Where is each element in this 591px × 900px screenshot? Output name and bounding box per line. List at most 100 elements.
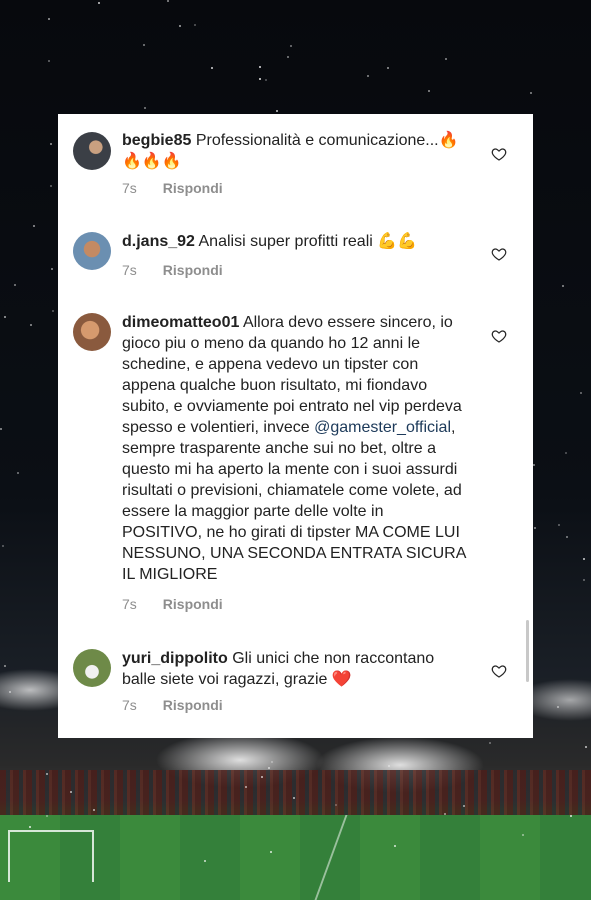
- snow-particle: [93, 809, 95, 811]
- snow-particle: [580, 392, 582, 394]
- snow-particle: [52, 310, 54, 312]
- snow-particle: [583, 579, 585, 581]
- comment-username[interactable]: yuri_dippolito: [122, 650, 228, 667]
- snow-particle: [261, 776, 263, 778]
- reply-button[interactable]: Rispondi: [163, 596, 223, 612]
- heart-outline-icon[interactable]: [491, 328, 507, 344]
- snow-particle: [287, 56, 289, 58]
- mention-link[interactable]: @gamester_official: [314, 419, 451, 436]
- snow-particle: [290, 45, 292, 47]
- snow-particle: [557, 706, 559, 708]
- comment-username[interactable]: dimeomatteo01: [122, 314, 239, 331]
- snow-particle: [583, 558, 585, 560]
- reply-button[interactable]: Rispondi: [163, 697, 223, 713]
- snow-particle: [444, 813, 446, 815]
- snow-particle: [211, 67, 213, 69]
- comment-username[interactable]: d.jans_92: [122, 233, 195, 250]
- comment-meta: 7s Rispondi: [122, 596, 223, 612]
- snow-particle: [50, 143, 52, 145]
- snow-particle: [394, 845, 396, 847]
- comment-body: Analisi super profitti reali 💪💪: [198, 233, 418, 250]
- snow-particle: [30, 324, 32, 326]
- snow-particle: [522, 834, 524, 836]
- snow-particle: [566, 536, 568, 538]
- snow-particle: [194, 24, 196, 26]
- snow-particle: [387, 67, 389, 69]
- snow-particle: [259, 66, 261, 68]
- snow-particle: [259, 78, 261, 80]
- snow-particle: [585, 746, 587, 748]
- reply-button[interactable]: Rispondi: [163, 180, 223, 196]
- snow-particle: [98, 2, 100, 4]
- snow-particle: [46, 815, 48, 817]
- reply-button[interactable]: Rispondi: [163, 262, 223, 278]
- snow-particle: [0, 428, 2, 430]
- snow-particle: [245, 786, 247, 788]
- snow-particle: [558, 524, 560, 526]
- snow-particle: [565, 452, 567, 454]
- comment-meta: 7s Rispondi: [122, 180, 223, 196]
- snow-particle: [4, 665, 6, 667]
- snow-particle: [293, 797, 295, 799]
- snow-particle: [530, 92, 532, 94]
- snow-particle: [204, 860, 206, 862]
- snow-particle: [70, 791, 72, 793]
- comment-text: dimeomatteo01 Allora devo essere sincero…: [122, 312, 467, 585]
- snow-particle: [51, 268, 53, 270]
- stadium-stands: [0, 770, 591, 820]
- comment-time: 7s: [122, 262, 137, 278]
- snow-particle: [2, 545, 4, 547]
- comment-time: 7s: [122, 180, 137, 196]
- avatar[interactable]: [73, 132, 111, 170]
- snow-particle: [271, 761, 273, 763]
- snow-particle: [463, 805, 465, 807]
- snow-particle: [48, 60, 50, 62]
- comment-meta: 7s Rispondi: [122, 262, 223, 278]
- snow-particle: [562, 285, 564, 287]
- snow-particle: [270, 851, 272, 853]
- avatar[interactable]: [73, 649, 111, 687]
- snow-particle: [17, 472, 19, 474]
- snow-particle: [179, 25, 181, 27]
- comment-text: d.jans_92 Analisi super profitti reali 💪…: [122, 231, 467, 252]
- snow-particle: [46, 773, 48, 775]
- comment-username[interactable]: begbie85: [122, 132, 191, 149]
- snow-particle: [48, 18, 50, 20]
- comment-text: begbie85 Professionalità e comunicazione…: [122, 130, 467, 172]
- snow-particle: [276, 110, 278, 112]
- snow-particle: [388, 765, 390, 767]
- avatar[interactable]: [73, 313, 111, 351]
- snow-particle: [143, 44, 145, 46]
- snow-particle: [50, 185, 52, 187]
- snow-particle: [570, 815, 572, 817]
- snow-particle: [29, 826, 31, 828]
- snow-particle: [14, 284, 16, 286]
- snow-particle: [445, 58, 447, 60]
- comment-time: 7s: [122, 697, 137, 713]
- snow-particle: [335, 804, 337, 806]
- snow-particle: [533, 464, 535, 466]
- snow-particle: [534, 527, 536, 529]
- snow-particle: [167, 0, 169, 2]
- snow-particle: [144, 107, 146, 109]
- goal-post: [8, 830, 94, 882]
- comment-text: yuri_dippolito Gli unici che non raccont…: [122, 648, 467, 690]
- snow-particle: [367, 75, 369, 77]
- comment-body-start: Allora devo essere sincero, io gioco piu…: [122, 314, 467, 436]
- heart-outline-icon[interactable]: [491, 663, 507, 679]
- snow-particle: [4, 316, 6, 318]
- comment-body-end: , sempre trasparente anche sui no bet, o…: [122, 419, 470, 583]
- snow-particle: [9, 691, 11, 693]
- comments-panel: begbie85 Professionalità e comunicazione…: [58, 114, 533, 738]
- snow-particle: [268, 767, 270, 769]
- heart-outline-icon[interactable]: [491, 246, 507, 262]
- comment-meta: 7s Rispondi: [122, 697, 223, 713]
- scrollbar[interactable]: [526, 620, 529, 682]
- snow-particle: [428, 90, 430, 92]
- snow-particle: [33, 225, 35, 227]
- avatar[interactable]: [73, 232, 111, 270]
- comment-time: 7s: [122, 596, 137, 612]
- heart-outline-icon[interactable]: [491, 146, 507, 162]
- snow-particle: [265, 79, 267, 81]
- snow-particle: [489, 742, 491, 744]
